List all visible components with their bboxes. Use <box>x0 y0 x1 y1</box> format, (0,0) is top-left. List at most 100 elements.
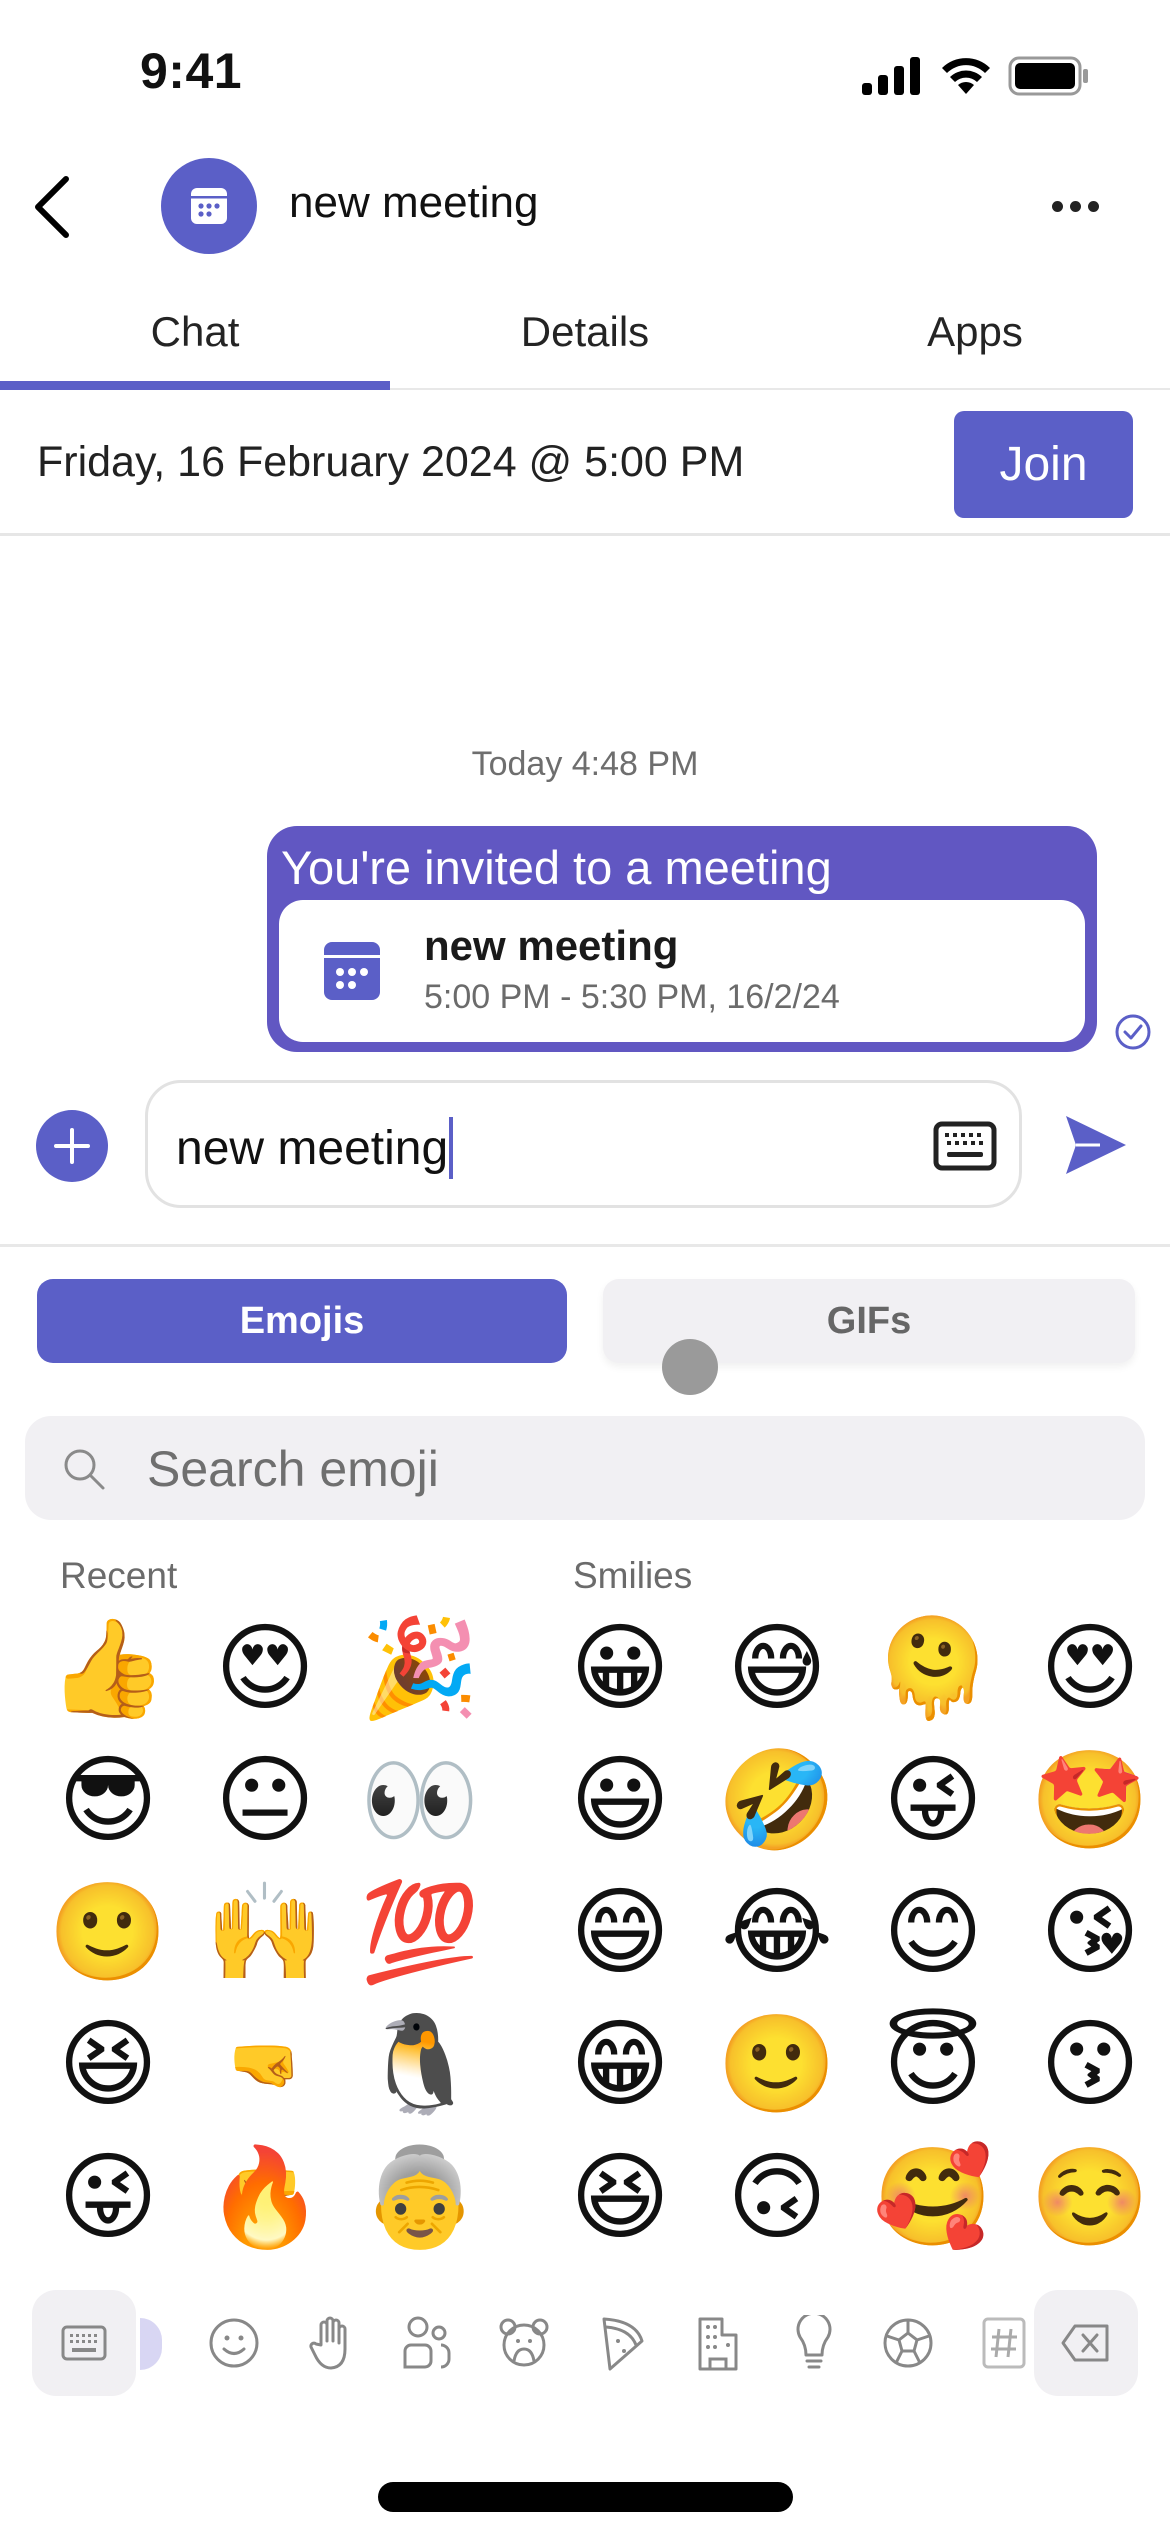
emoji-smilies-item[interactable]: 😗 <box>1028 2002 1152 2126</box>
emoji-smilies-item[interactable]: 😂 <box>715 1870 839 1994</box>
text-caret <box>449 1117 454 1179</box>
backspace-icon <box>1061 2324 1109 2362</box>
meeting-datetime: Friday, 16 February 2024 @ 5:00 PM <box>37 438 745 486</box>
segment-emojis[interactable]: Emojis <box>37 1279 567 1363</box>
category-places[interactable] <box>690 2315 746 2371</box>
emoji-smilies-item[interactable]: 😃 <box>558 1738 682 1862</box>
emoji-recent-item[interactable]: 😆 <box>46 2002 170 2126</box>
symbols-icon <box>982 2317 1026 2369</box>
emoji-recent-item[interactable]: 🤜🤛 <box>203 2002 327 2222</box>
category-gestures[interactable] <box>303 2315 359 2371</box>
emoji-smilies-item[interactable]: 😜 <box>871 1738 995 1862</box>
category-activities[interactable] <box>880 2315 936 2371</box>
emoji-smilies-item[interactable]: 🤩 <box>1028 1738 1152 1862</box>
food-icon <box>602 2317 644 2371</box>
emoji-recent-item[interactable]: 🙂 <box>46 1870 170 1994</box>
ellipsis-dot <box>1069 200 1081 212</box>
keyboard-icon[interactable] <box>933 1121 997 1171</box>
emoji-smilies-item[interactable]: 😊 <box>871 1870 995 1994</box>
emoji-smilies-item[interactable]: 😘 <box>1028 1870 1152 1994</box>
emoji-smilies-item[interactable]: 😆 <box>558 2135 682 2259</box>
recent-icon[interactable] <box>140 2318 162 2370</box>
status-time: 9:41 <box>140 43 243 99</box>
category-animals[interactable] <box>496 2315 552 2371</box>
emoji-smilies-item[interactable]: 🙃 <box>715 2135 839 2259</box>
emoji-smilies-item[interactable]: 🙂 <box>715 2002 839 2126</box>
meeting-card-title: new meeting <box>424 922 679 969</box>
avatar[interactable] <box>161 158 257 254</box>
tab-bar: Chat Details Apps <box>0 290 1170 390</box>
smiley-icon <box>209 2318 259 2368</box>
more-options-button[interactable] <box>1040 186 1110 226</box>
emoji-recent-item[interactable]: 🐧 <box>358 2002 482 2126</box>
category-smileys[interactable] <box>206 2315 262 2371</box>
home-indicator[interactable] <box>378 2482 793 2512</box>
meeting-card[interactable]: new meeting 5:00 PM - 5:30 PM, 16/2/24 <box>279 900 1085 1042</box>
emoji-recent-item[interactable]: 🎉 <box>358 1606 482 1730</box>
emoji-smilies-item[interactable]: 😄 <box>558 1870 682 1994</box>
emoji-smilies-item[interactable]: 😅 <box>715 1606 839 1730</box>
read-check-icon <box>1115 1014 1151 1050</box>
bubble-title: You're invited to a meeting <box>281 841 832 894</box>
meeting-card-time: 5:00 PM - 5:30 PM, 16/2/24 <box>424 978 840 1016</box>
section-label-recent: Recent <box>60 1555 178 1596</box>
add-attachment-button[interactable] <box>36 1110 108 1182</box>
calendar-icon <box>324 942 380 1000</box>
emoji-smilies-item[interactable]: 😇 <box>871 2002 995 2126</box>
meeting-banner: Friday, 16 February 2024 @ 5:00 PM Join <box>0 392 1170 536</box>
lightbulb-icon <box>796 2315 832 2369</box>
back-button[interactable] <box>22 172 82 242</box>
chevron-left-icon <box>35 176 69 238</box>
category-symbols[interactable] <box>976 2315 1032 2371</box>
ellipsis-dot <box>1087 200 1099 212</box>
tab-apps[interactable]: Apps <box>780 290 1170 388</box>
emoji-smilies-item[interactable]: ☺️ <box>1028 2135 1152 2259</box>
category-people[interactable] <box>399 2315 455 2371</box>
emoji-smilies-item[interactable]: 😁 <box>558 2002 682 2126</box>
keyboard-icon <box>61 2325 107 2361</box>
join-button[interactable]: Join <box>954 411 1133 518</box>
wifi-icon <box>942 58 990 94</box>
divider <box>0 1244 1170 1247</box>
emoji-recent-item[interactable]: 👀 <box>358 1738 482 1862</box>
backspace-button[interactable] <box>1034 2290 1138 2396</box>
message-bubble[interactable]: You're invited to a meeting new meeting … <box>267 826 1097 1052</box>
tab-details[interactable]: Details <box>390 290 780 388</box>
hand-icon <box>309 2316 347 2370</box>
tab-chat[interactable]: Chat <box>0 290 390 390</box>
emoji-recent-item[interactable]: 😜 <box>46 2135 170 2259</box>
touch-indicator <box>662 1339 718 1395</box>
category-food[interactable] <box>594 2315 650 2371</box>
emoji-recent-item[interactable]: 🙌 <box>203 1870 327 1994</box>
send-icon <box>1066 1116 1126 1174</box>
category-objects[interactable] <box>786 2315 842 2371</box>
send-button[interactable] <box>1060 1112 1130 1178</box>
emoji-smilies-item[interactable]: 🥰 <box>871 2135 995 2259</box>
emoji-recent-item[interactable]: 😍 <box>203 1606 327 1730</box>
emoji-smilies-item[interactable]: 😍 <box>1028 1606 1152 1730</box>
status-icons <box>862 56 1090 96</box>
animal-icon <box>499 2318 549 2367</box>
emoji-search-field[interactable]: Search emoji <box>25 1416 1145 1520</box>
emoji-smilies-item[interactable]: 🤣 <box>715 1738 839 1862</box>
search-icon <box>64 1449 105 1490</box>
emoji-recent-item[interactable]: 😐 <box>203 1738 327 1862</box>
header-title[interactable]: new meeting <box>289 178 538 228</box>
emoji-recent-item[interactable]: 👵 <box>358 2135 482 2259</box>
emoji-recent-item[interactable]: 🔥 <box>203 2135 327 2259</box>
message-timestamp: Today 4:48 PM <box>471 745 699 783</box>
message-input-content: new meeting <box>176 1117 454 1179</box>
emoji-smilies-item[interactable]: 🫠 <box>871 1606 995 1730</box>
message-input[interactable]: new meeting <box>145 1080 1022 1208</box>
emoji-recent-item[interactable]: 👍 <box>46 1606 170 1730</box>
people-icon <box>403 2316 451 2369</box>
emoji-smilies-item[interactable]: 😀 <box>558 1606 682 1730</box>
emoji-recent-item[interactable]: 💯 <box>358 1870 482 1994</box>
emoji-recent-item[interactable]: 😎 <box>46 1738 170 1862</box>
switch-keyboard-button[interactable] <box>32 2290 136 2396</box>
calendar-icon <box>191 188 227 224</box>
soccer-ball-icon <box>883 2318 933 2368</box>
section-label-smilies: Smilies <box>573 1555 693 1596</box>
building-icon <box>698 2317 738 2371</box>
ellipsis-icon <box>1051 200 1063 212</box>
